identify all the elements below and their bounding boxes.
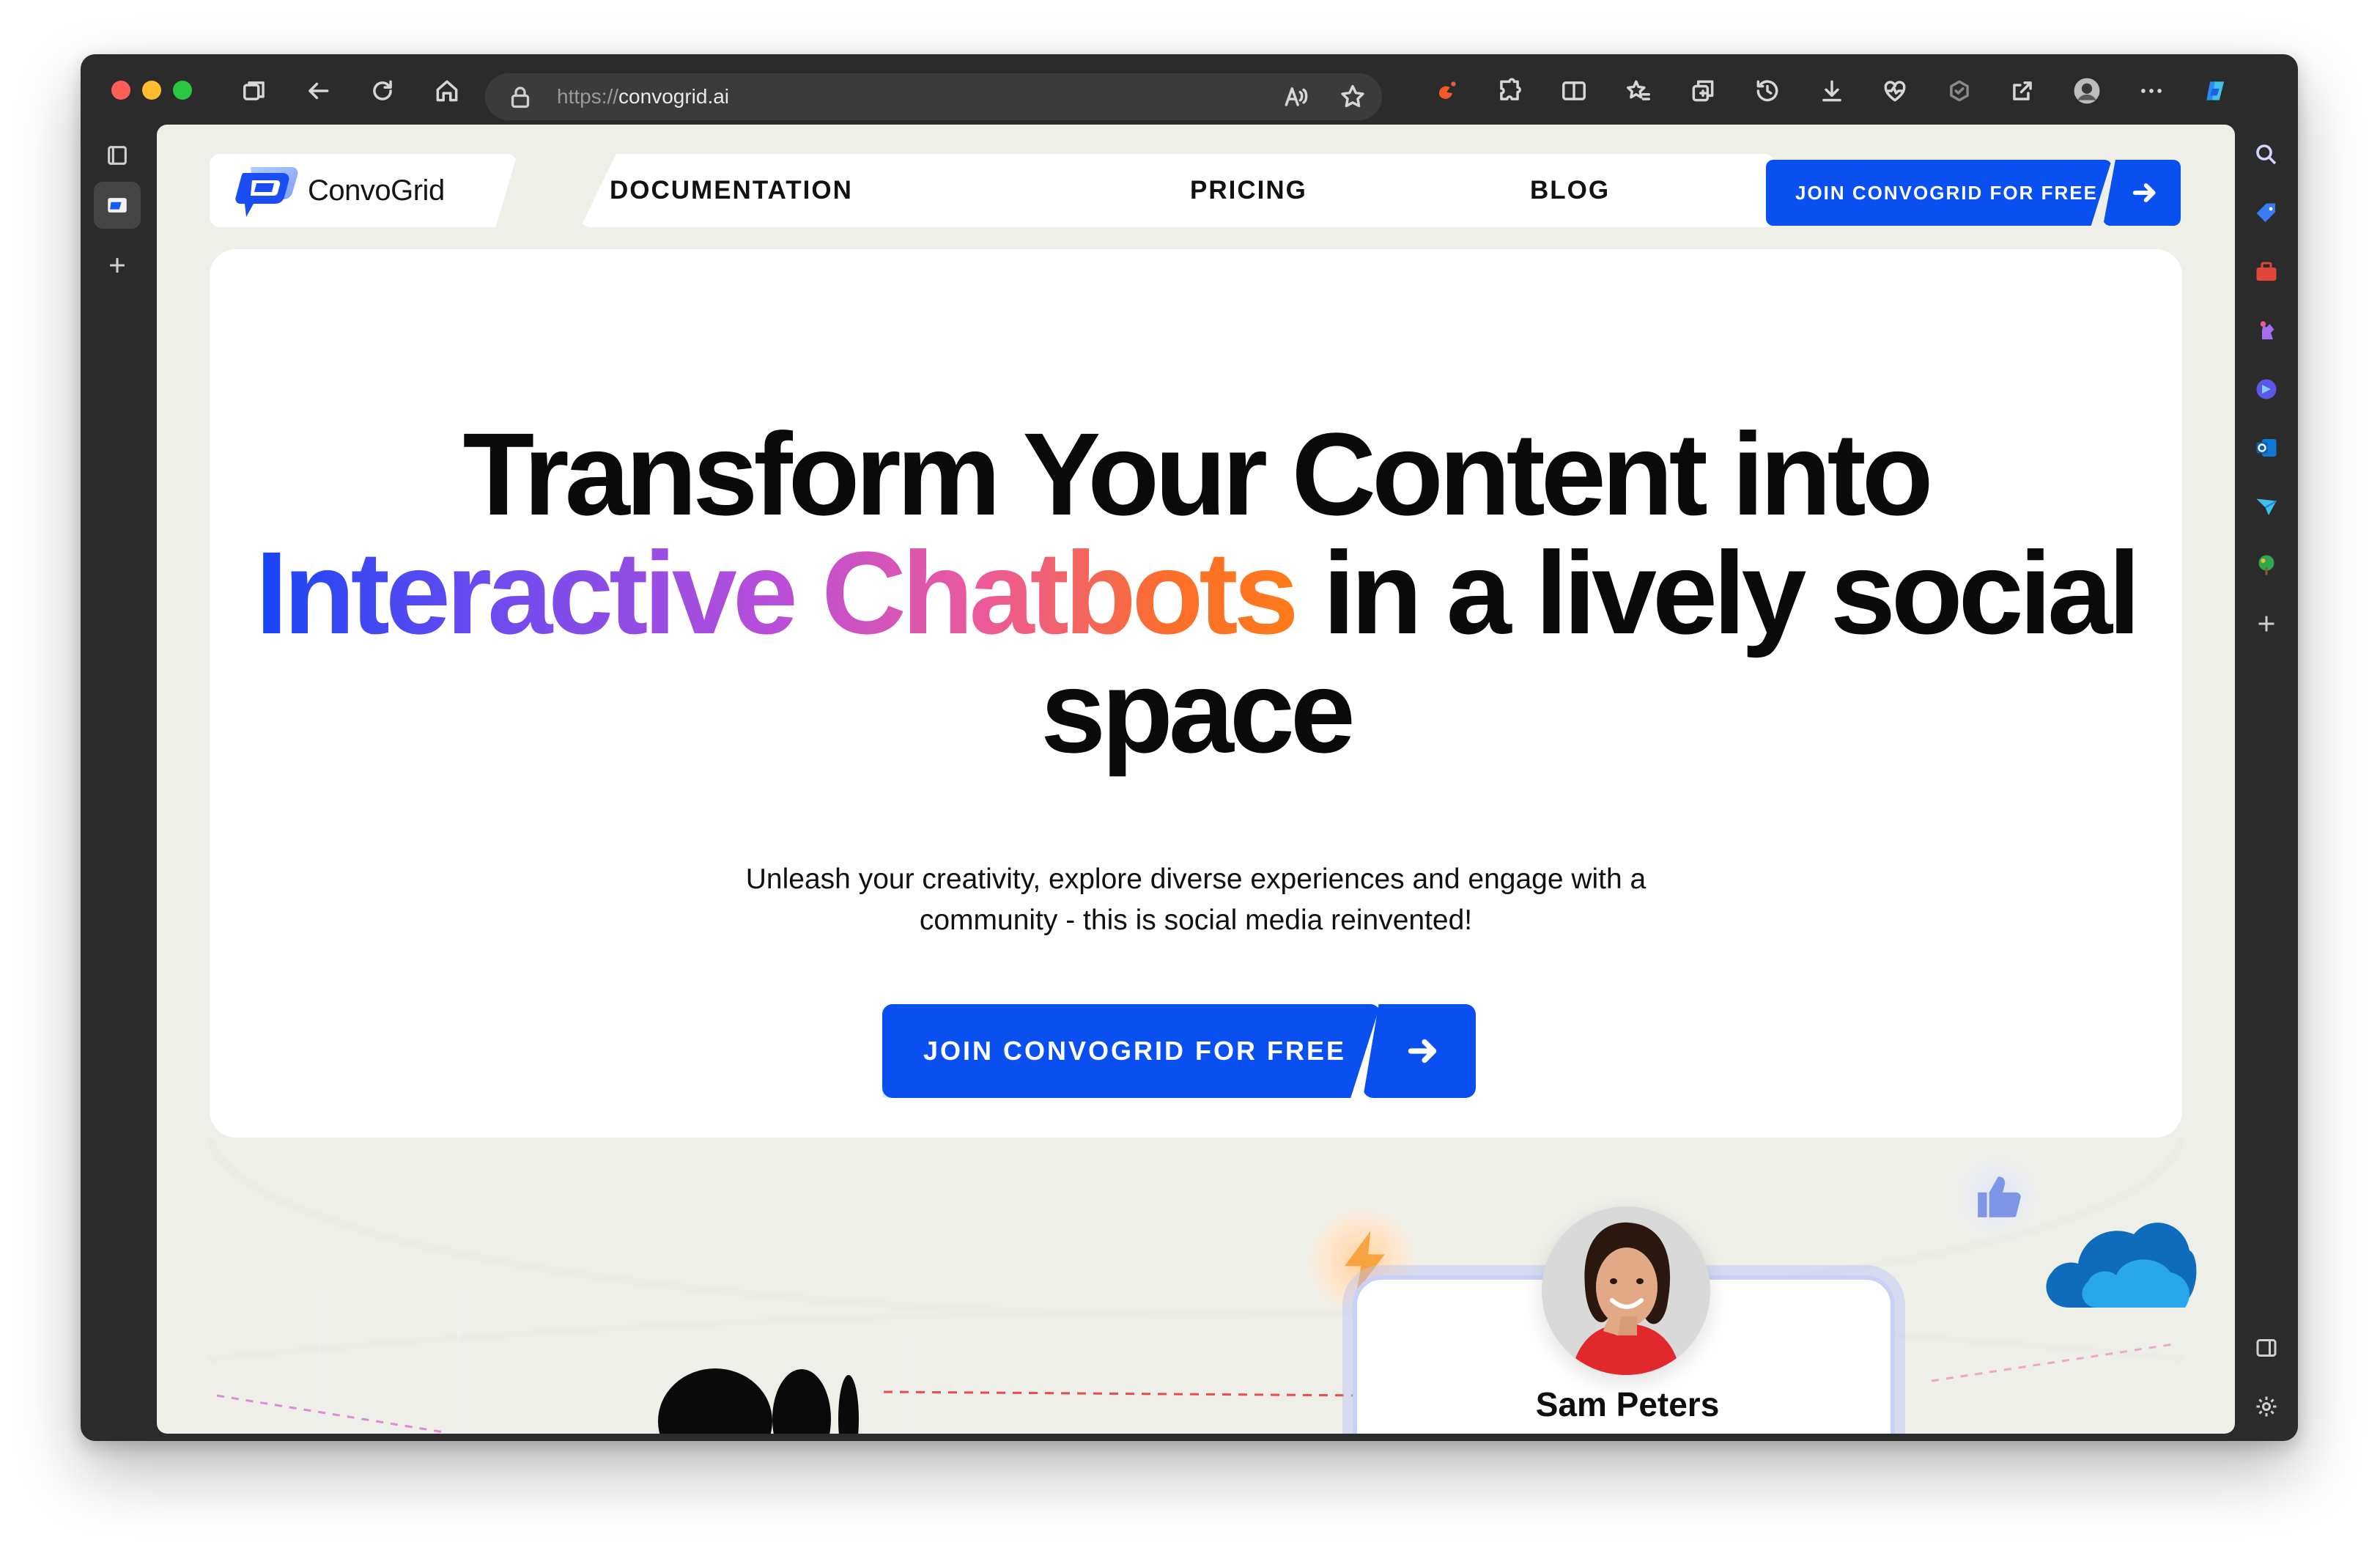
site-header: ConvoGrid DOCUMENTATION PRICING BLOG JOI… xyxy=(210,154,2182,227)
games-icon[interactable] xyxy=(2248,312,2285,349)
search-icon[interactable] xyxy=(2248,136,2285,173)
split-screen-icon[interactable] xyxy=(1555,72,1593,110)
url-host: convogrid.ai xyxy=(618,85,730,108)
headline-line-2-rest: in a lively social xyxy=(1294,527,2140,658)
sidebar-toggle-icon[interactable] xyxy=(2248,1330,2285,1366)
send-icon[interactable] xyxy=(2248,488,2285,525)
arrow-right-icon xyxy=(2132,183,2156,202)
vertical-tabs-rail xyxy=(81,125,154,1441)
headline-line-2: Interactive Chatbots in a lively social xyxy=(210,534,2182,652)
lock-icon[interactable] xyxy=(507,84,533,110)
copilot-icon[interactable] xyxy=(2197,72,2235,110)
url-text[interactable]: https://convogrid.ai xyxy=(557,84,729,110)
share-icon[interactable] xyxy=(2003,72,2041,110)
address-bar[interactable]: https://convogrid.ai xyxy=(485,73,1382,120)
settings-icon[interactable] xyxy=(2248,1388,2285,1425)
puzzle-icon[interactable] xyxy=(1490,72,1529,110)
downloads-icon[interactable] xyxy=(1813,72,1851,110)
performance-icon[interactable] xyxy=(1876,72,1914,110)
history-icon[interactable] xyxy=(1748,72,1786,110)
home-icon[interactable] xyxy=(428,72,466,110)
nav-link-blog[interactable]: BLOG xyxy=(1530,176,1610,205)
hero-headline: Transform Your Content into Interactive … xyxy=(210,415,2182,771)
brand-name: ConvoGrid xyxy=(308,174,445,207)
hero-join-arrow-button[interactable] xyxy=(1363,1004,1476,1098)
headline-line-3: space xyxy=(1041,646,1356,777)
tree-icon[interactable] xyxy=(2248,547,2285,583)
close-window-button[interactable] xyxy=(111,81,130,100)
header-join-label: JOIN CONVOGRID FOR FREE xyxy=(1795,182,2098,204)
shopping-tag-icon[interactable] xyxy=(2248,195,2285,232)
web-page: ConvoGrid DOCUMENTATION PRICING BLOG JOI… xyxy=(157,125,2235,1434)
hero-subtitle: Unleash your creativity, explore diverse… xyxy=(210,859,2182,941)
favorite-icon[interactable] xyxy=(1334,78,1372,116)
profile-avatar-icon[interactable] xyxy=(2068,72,2106,110)
browser-window: https://convogrid.ai ConvoGrid DOCUMENTA… xyxy=(81,54,2298,1441)
header-join-button[interactable]: JOIN CONVOGRID FOR FREE xyxy=(1766,160,2112,226)
profile-avatar xyxy=(1542,1206,1710,1375)
logo-link[interactable]: ConvoGrid xyxy=(210,154,517,227)
nav-link-documentation[interactable]: DOCUMENTATION xyxy=(610,176,853,205)
header-join-arrow-button[interactable] xyxy=(2103,160,2181,226)
browser-essentials-icon[interactable] xyxy=(1940,72,1978,110)
minimize-window-button[interactable] xyxy=(142,81,161,100)
hero-section: Transform Your Content into Interactive … xyxy=(210,249,2182,1138)
copilot-circle-icon[interactable] xyxy=(2248,371,2285,408)
edge-sidebar xyxy=(2235,125,2298,1441)
convogrid-logo-icon xyxy=(234,164,300,220)
reload-icon[interactable] xyxy=(363,72,402,110)
tab-actions-icon[interactable] xyxy=(94,132,141,179)
add-icon[interactable] xyxy=(2248,605,2285,642)
zoom-window-button[interactable] xyxy=(173,81,192,100)
hero-join-label: JOIN CONVOGRID FOR FREE xyxy=(923,1036,1347,1066)
tools-icon[interactable] xyxy=(2248,254,2285,290)
thumbs-up-icon xyxy=(1978,1176,2021,1217)
read-aloud-icon[interactable] xyxy=(1276,78,1315,116)
more-icon[interactable] xyxy=(2132,72,2170,110)
headline-line-1: Transform Your Content into xyxy=(462,408,1934,539)
outlook-icon[interactable] xyxy=(2248,430,2285,466)
mascot-shapes-icon xyxy=(658,1368,859,1434)
hero-subtitle-line-1: Unleash your creativity, explore diverse… xyxy=(745,863,1647,895)
favorites-icon[interactable] xyxy=(1619,72,1658,110)
url-protocol: https:// xyxy=(557,85,619,108)
tabs-icon[interactable] xyxy=(236,72,274,110)
headline-gradient-text: Interactive Chatbots xyxy=(255,527,1298,658)
preview-section: Sam Peters xyxy=(210,1139,2197,1434)
screenshot-stage: https://convogrid.ai ConvoGrid DOCUMENTA… xyxy=(0,0,2380,1548)
new-tab-icon[interactable] xyxy=(94,242,141,289)
arrow-right-icon xyxy=(1408,1039,1437,1064)
back-icon[interactable] xyxy=(299,72,337,110)
onedrive-cloud-icon xyxy=(2046,1223,2197,1308)
hero-subtitle-line-2: community - this is social media reinven… xyxy=(919,904,1473,936)
person-portrait-icon xyxy=(1542,1206,1710,1375)
nav-link-pricing[interactable]: PRICING xyxy=(1190,176,1307,205)
active-tab-favicon-icon[interactable] xyxy=(94,182,141,229)
collections-icon[interactable] xyxy=(1684,72,1722,110)
hero-join-button[interactable]: JOIN CONVOGRID FOR FREE xyxy=(882,1004,1381,1098)
primary-navigation: DOCUMENTATION PRICING BLOG xyxy=(580,154,1775,227)
profile-name: Sam Peters xyxy=(1535,1385,1720,1423)
extension-icon[interactable] xyxy=(1427,72,1466,110)
